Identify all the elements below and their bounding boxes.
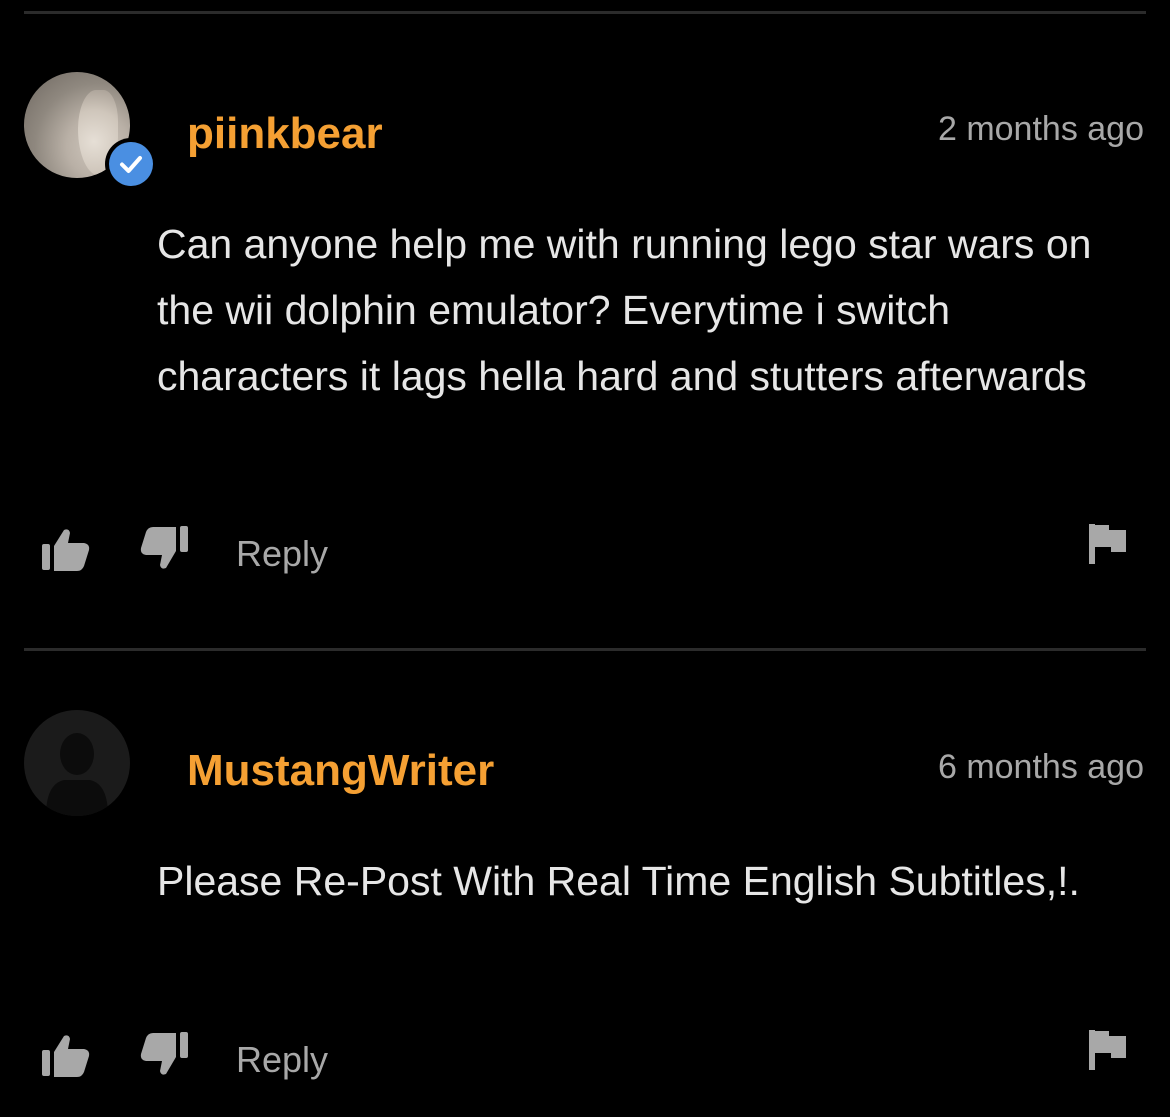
thumbs-up-icon[interactable] bbox=[40, 1032, 92, 1080]
comment-timestamp: 6 months ago bbox=[937, 748, 1144, 786]
flag-icon[interactable] bbox=[1087, 1028, 1129, 1072]
comment-actions: Reply bbox=[0, 1028, 1170, 1088]
comment-username[interactable]: MustangWriter bbox=[187, 749, 494, 793]
default-user-icon bbox=[46, 733, 108, 816]
reply-button[interactable]: Reply bbox=[236, 1042, 328, 1078]
avatar[interactable] bbox=[24, 710, 130, 816]
comment-item: MustangWriter 6 months ago Please Re-Pos… bbox=[0, 0, 1170, 1117]
thumbs-down-icon[interactable] bbox=[138, 1030, 190, 1078]
comment-body: Please Re-Post With Real Time English Su… bbox=[157, 858, 1080, 904]
